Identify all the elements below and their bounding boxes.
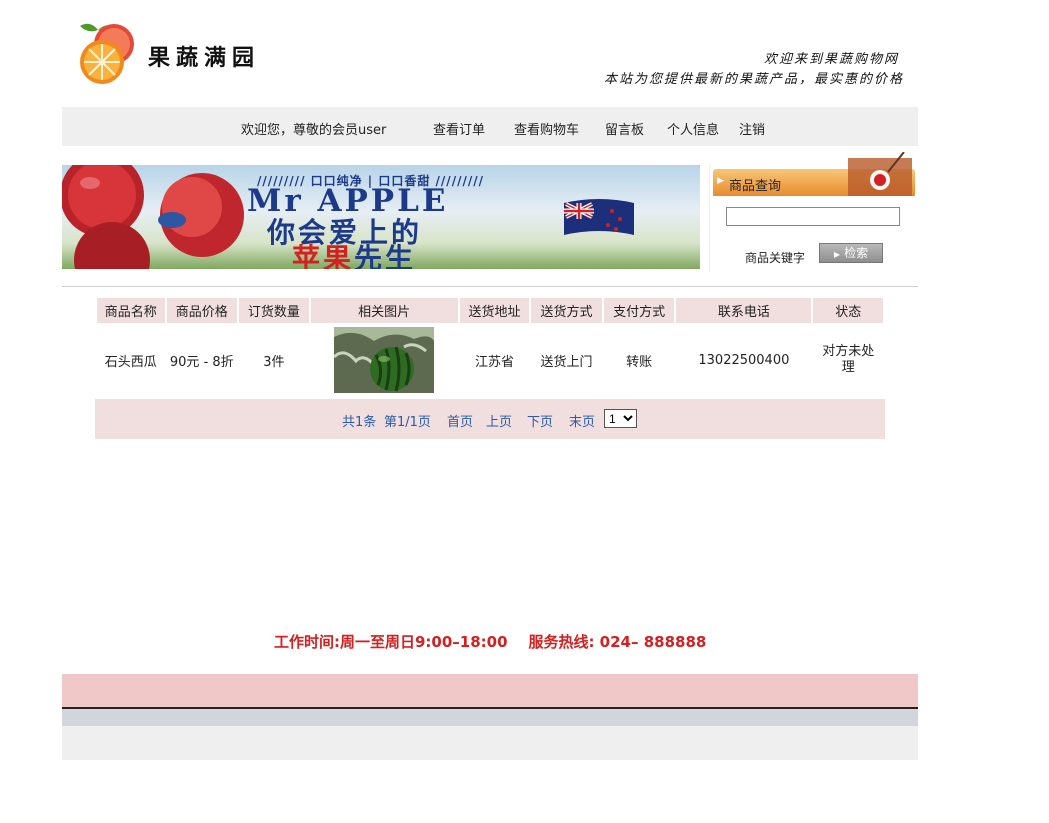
- orange-logo-icon: [80, 23, 134, 84]
- keyword-label: 商品关键字: [745, 251, 806, 265]
- divider: [62, 286, 918, 287]
- footer-strip: [62, 709, 918, 726]
- search-header-label: 商品查询: [729, 179, 782, 194]
- footer-band: [62, 674, 918, 707]
- prev-page-link[interactable]: 上页: [486, 411, 512, 430]
- delivery-cell: 送货上门: [540, 354, 593, 370]
- column-header: 状态: [813, 298, 883, 323]
- fruit-decoration-icon: [848, 152, 912, 196]
- new-zealand-flag-icon: [564, 199, 634, 235]
- nav-logout[interactable]: 注销: [739, 119, 765, 138]
- column-header: 商品名称: [97, 298, 165, 323]
- last-page-link[interactable]: 末页: [569, 411, 595, 430]
- page-indicator: 第1/1页: [384, 415, 431, 430]
- pagination: 共1条 第1/1页 首页 上页 下页 末页 1: [95, 399, 885, 439]
- address-cell: 江苏省: [474, 354, 514, 370]
- nav-view-orders[interactable]: 查看订单: [433, 119, 485, 138]
- orders-table: 商品名称 商品价格 订货数量 相关图片 送货地址 送货方式 支付方式 联系电话 …: [95, 298, 885, 397]
- payment-cell: 转账: [626, 354, 653, 370]
- column-header: 商品价格: [166, 298, 238, 323]
- first-page-link[interactable]: 首页: [447, 411, 473, 430]
- nav-view-cart[interactable]: 查看购物车: [514, 119, 579, 138]
- table-row: 石头西瓜 90元 - 8折 3件 江苏省 送货上门 转账 13022500400…: [97, 323, 883, 397]
- column-header: 联系电话: [676, 298, 812, 323]
- table-header-row: 商品名称 商品价格 订货数量 相关图片 送货地址 送货方式 支付方式 联系电话 …: [97, 298, 883, 323]
- column-header: 相关图片: [310, 298, 458, 323]
- welcome-title: 欢迎来到果蔬购物网: [763, 52, 899, 67]
- status-text: 对方未处理: [822, 344, 875, 375]
- banner-line-3-red: 苹果: [292, 242, 355, 269]
- column-header: 订货数量: [239, 298, 309, 323]
- nav-profile[interactable]: 个人信息: [667, 119, 719, 138]
- promo-banner[interactable]: ///////// 口口纯净 | 口口香甜 ///////// Mr APPLE…: [62, 165, 700, 269]
- product-name-cell: 石头西瓜: [104, 354, 157, 370]
- member-greeting: 欢迎您，尊敬的会员user: [241, 123, 387, 138]
- footer-bottom: [62, 726, 918, 760]
- banner-line-3: 苹果先生: [292, 237, 416, 269]
- total-count: 共1条: [342, 415, 377, 430]
- phone-cell: 13022500400: [698, 352, 790, 368]
- welcome-subtitle: 本站为您提供最新的果蔬产品，最实惠的价格: [603, 72, 904, 87]
- apples-image: [62, 165, 244, 269]
- column-header: 送货方式: [531, 298, 602, 323]
- arrow-right-icon: ▶: [717, 176, 724, 186]
- service-hours: 工作时间:周一至周日9:00–18:00 服务热线: 024– 888888: [274, 633, 707, 651]
- image-cell: [311, 323, 458, 397]
- arrow-right-icon: ▶: [833, 250, 841, 259]
- column-header: 支付方式: [603, 298, 675, 323]
- nav-message-board[interactable]: 留言板: [605, 119, 644, 138]
- page-select[interactable]: 1: [604, 409, 637, 428]
- next-page-link[interactable]: 下页: [527, 411, 553, 430]
- column-header: 送货地址: [459, 298, 530, 323]
- search-button[interactable]: ▶ 检索: [819, 243, 883, 263]
- search-button-label: 检索: [844, 246, 869, 260]
- quantity-cell: 3件: [263, 354, 285, 370]
- top-nav: 欢迎您，尊敬的会员user 查看订单 查看购物车 留言板 个人信息 注销: [62, 107, 918, 146]
- price-cell: 90元 - 8折: [169, 354, 234, 370]
- logo-text: 果蔬满园: [148, 45, 261, 71]
- watermelon-thumbnail[interactable]: [334, 327, 435, 393]
- banner-line-3-blue: 先生: [354, 242, 417, 269]
- keyword-search-input[interactable]: [726, 207, 900, 226]
- status-cell: 对方未处理: [813, 323, 883, 397]
